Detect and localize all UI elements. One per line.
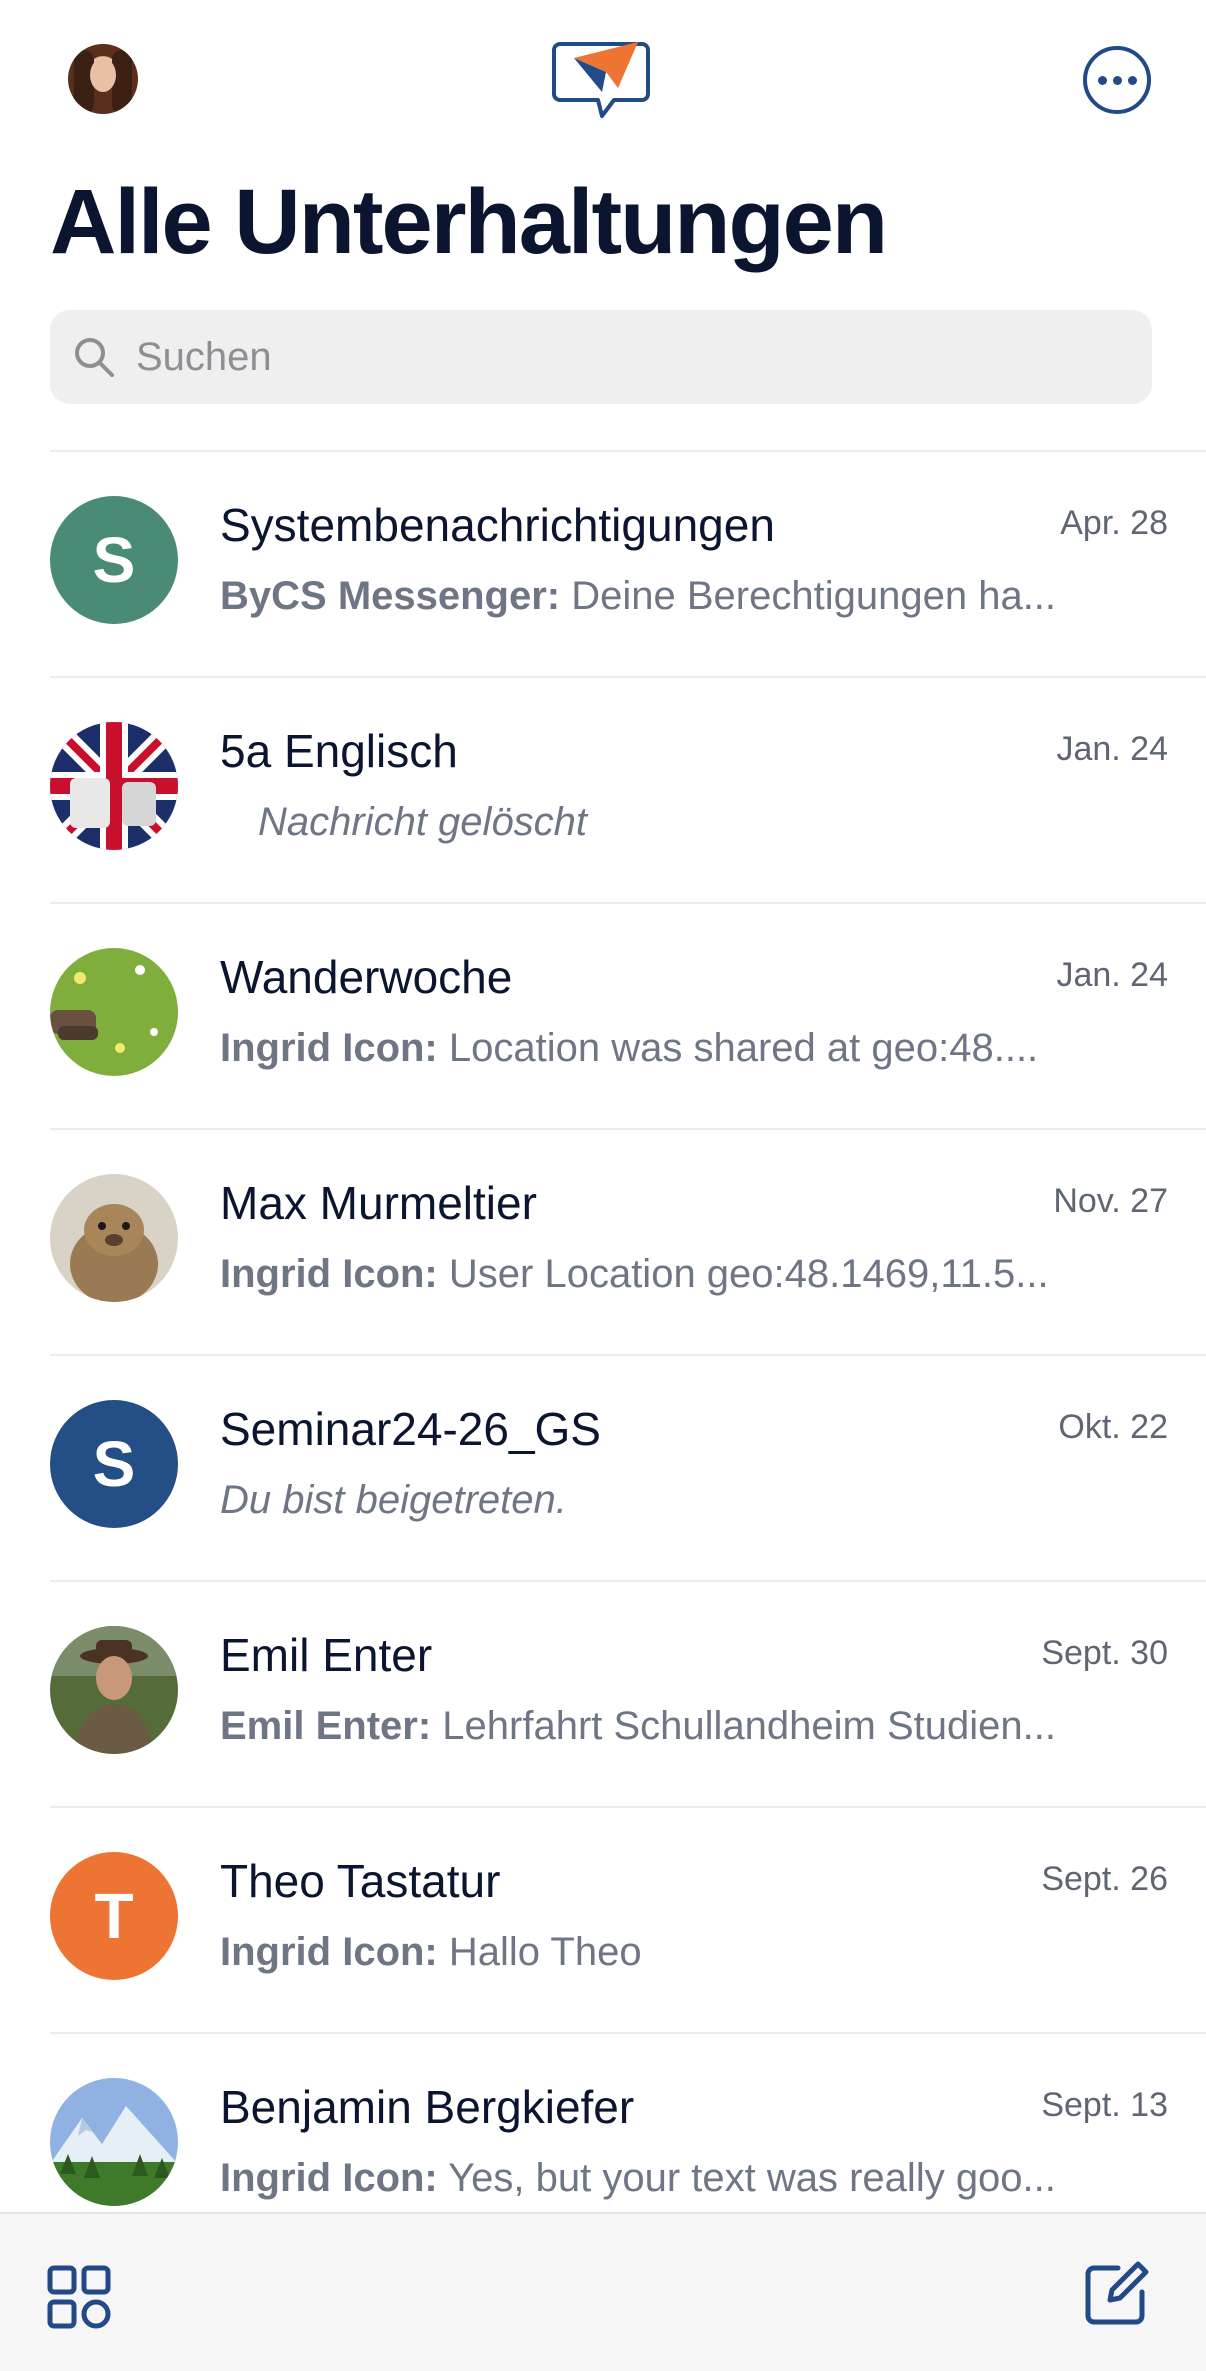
- conversation-list: S Systembenachrichtigungen Apr. 28 ByCS …: [0, 452, 1206, 2260]
- more-icon: [1097, 75, 1107, 85]
- conversation-preview: Ingrid Icon: Location was shared at geo:…: [220, 1026, 1166, 1071]
- preview-sender: Ingrid Icon:: [220, 1252, 438, 1296]
- preview-message: Nachricht gelöscht: [258, 800, 588, 844]
- conversation-date: Jan. 24: [1056, 730, 1168, 768]
- conversation-preview: Du bist beigetreten.: [220, 1478, 1166, 1523]
- conversation-title: Systembenachrichtigungen: [220, 499, 775, 551]
- preview-sender: Ingrid Icon:: [220, 1026, 438, 1070]
- preview-sender: Emil Enter:: [220, 1704, 432, 1748]
- avatar: S: [50, 496, 178, 624]
- meadow-photo: [50, 948, 178, 1076]
- conversation-preview: Ingrid Icon: Yes, but your text was real…: [220, 2156, 1166, 2201]
- conversation-preview: Ingrid Icon: User Location geo:48.1469,1…: [220, 1252, 1166, 1297]
- conversation-item[interactable]: S Systembenachrichtigungen Apr. 28 ByCS …: [0, 452, 1206, 678]
- preview-sender: ByCS Messenger:: [220, 574, 561, 618]
- preview-message: Lehrfahrt Schullandheim Studien...: [442, 1704, 1056, 1748]
- conversation-date: Okt. 22: [1058, 1408, 1168, 1446]
- preview-message: User Location geo:48.1469,11.5...: [448, 1252, 1049, 1296]
- compose-icon[interactable]: [1082, 2258, 1152, 2328]
- conversation-title: Seminar24-26_GS: [220, 1403, 601, 1455]
- more-options-button[interactable]: [1083, 46, 1151, 114]
- conversation-date: Sept. 30: [1041, 1634, 1168, 1672]
- avatar: [50, 2078, 178, 2206]
- conversation-item[interactable]: Emil Enter Sept. 30 Emil Enter: Lehrfahr…: [0, 1582, 1206, 1808]
- app-logo-icon: [552, 42, 650, 118]
- conversation-title: Wanderwoche: [220, 951, 513, 1003]
- marmot-photo: [50, 1174, 178, 1302]
- conversation-title: Theo Tastatur: [220, 1855, 501, 1907]
- preview-sender: Ingrid Icon:: [220, 1930, 438, 1974]
- union-jack-photo: [50, 722, 178, 850]
- conversation-item[interactable]: Max Murmeltier Nov. 27 Ingrid Icon: User…: [0, 1130, 1206, 1356]
- preview-message: Yes, but your text was really goo...: [448, 2156, 1056, 2200]
- conversation-title: 5a Englisch: [220, 725, 458, 777]
- conversation-date: Apr. 28: [1060, 504, 1168, 542]
- search-bar[interactable]: [50, 310, 1152, 404]
- avatar: [50, 948, 178, 1076]
- mountains-photo: [50, 2078, 178, 2206]
- conversation-date: Jan. 24: [1056, 956, 1168, 994]
- preview-message: Du bist beigetreten.: [220, 1478, 567, 1522]
- conversation-item[interactable]: 5a Englisch Jan. 24 Nachricht gelöscht: [0, 678, 1206, 904]
- page-title: Alle Unterhaltungen: [50, 171, 888, 273]
- avatar: [50, 722, 178, 850]
- bottom-toolbar: [0, 2212, 1206, 2371]
- conversation-preview: Emil Enter: Lehrfahrt Schullandheim Stud…: [220, 1704, 1166, 1749]
- top-bar: [0, 0, 1206, 160]
- avatar: T: [50, 1852, 178, 1980]
- conversation-item[interactable]: S Seminar24-26_GS Okt. 22 Du bist beiget…: [0, 1356, 1206, 1582]
- preview-sender: Ingrid Icon:: [220, 2156, 438, 2200]
- avatar: S: [50, 1400, 178, 1528]
- conversation-date: Sept. 13: [1041, 2086, 1168, 2124]
- grid-icon[interactable]: [46, 2264, 112, 2330]
- conversation-title: Emil Enter: [220, 1629, 433, 1681]
- conversation-title: Benjamin Bergkiefer: [220, 2081, 635, 2133]
- man-with-hat-photo: [50, 1626, 178, 1754]
- conversation-item[interactable]: T Theo Tastatur Sept. 26 Ingrid Icon: Ha…: [0, 1808, 1206, 2034]
- conversations-screen: Alle Unterhaltungen S Systembenachrichti…: [0, 0, 1206, 2371]
- search-icon: [75, 338, 114, 377]
- search-input[interactable]: [136, 334, 1036, 380]
- conversation-item[interactable]: Wanderwoche Jan. 24 Ingrid Icon: Locatio…: [0, 904, 1206, 1130]
- preview-message: Hallo Theo: [448, 1930, 642, 1974]
- preview-message: Location was shared at geo:48....: [448, 1026, 1039, 1070]
- user-avatar[interactable]: [68, 44, 138, 114]
- avatar: [50, 1174, 178, 1302]
- conversation-preview: Nachricht gelöscht: [220, 800, 1166, 845]
- preview-message: Deine Berechtigungen ha...: [571, 574, 1057, 618]
- avatar: [50, 1626, 178, 1754]
- conversation-title: Max Murmeltier: [220, 1177, 537, 1229]
- conversation-date: Sept. 26: [1041, 1860, 1168, 1898]
- conversation-date: Nov. 27: [1053, 1182, 1168, 1220]
- conversation-preview: ByCS Messenger: Deine Berechtigungen ha.…: [220, 574, 1166, 619]
- conversation-preview: Ingrid Icon: Hallo Theo: [220, 1930, 1166, 1975]
